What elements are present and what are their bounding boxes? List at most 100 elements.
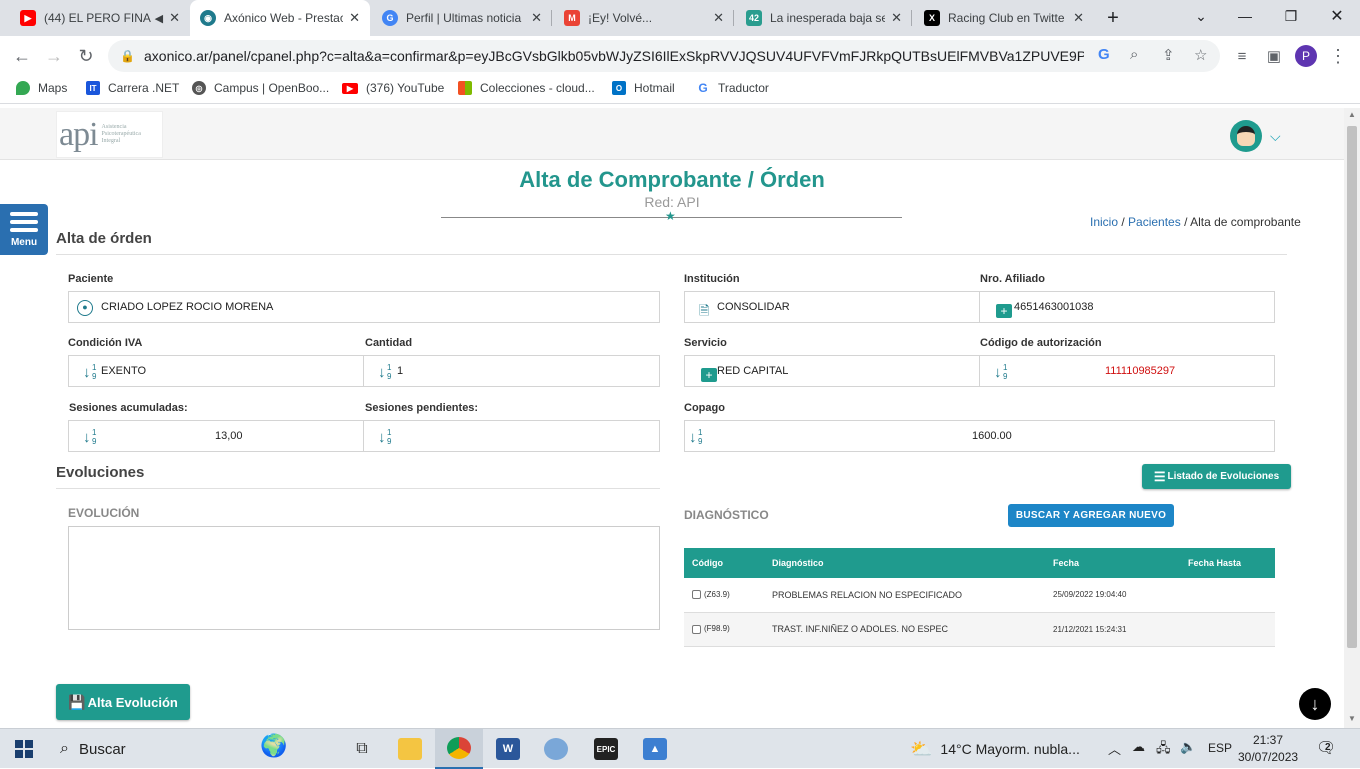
zoom-icon[interactable]: ⌕ bbox=[1130, 46, 1138, 63]
taskbar-search[interactable]: ⌕ Buscar 🌍 bbox=[50, 729, 340, 769]
page-subtitle: Red: API bbox=[644, 194, 700, 210]
paciente-label: Paciente bbox=[68, 273, 114, 285]
volume-icon[interactable]: 🔈 bbox=[1180, 739, 1196, 755]
sort-numeric-icon: ↓ 1 9 bbox=[994, 363, 1008, 381]
photos-button[interactable]: ▲ bbox=[631, 729, 679, 769]
alta-evolucion-button[interactable]: 💾 Alta Evolución bbox=[56, 684, 190, 720]
tab-gmail[interactable]: M ¡Ey! Volvé... ✕ bbox=[554, 0, 734, 36]
x-icon: X bbox=[924, 10, 940, 26]
tab-axonico[interactable]: ◉ Axónico Web - Prestac ✕ bbox=[190, 0, 370, 36]
network-icon[interactable]: 🖧 bbox=[1156, 739, 1171, 761]
cantidad-field[interactable]: ↓ 1 9 1 bbox=[363, 355, 660, 387]
bookmark-campus[interactable]: ◎ Campus | OpenBoo... bbox=[192, 81, 329, 95]
reading-list-icon[interactable]: ≡ bbox=[1226, 40, 1258, 72]
epic-games-button[interactable]: EPIC bbox=[582, 729, 630, 769]
sesiones-acumuladas-field[interactable]: ↓ 1 9 13,00 bbox=[68, 420, 364, 452]
servicio-field[interactable]: + RED CAPITAL bbox=[684, 355, 980, 387]
scroll-up-arrow-icon[interactable]: ▲ bbox=[1348, 110, 1356, 119]
breadcrumb: Inicio / Pacientes / Alta de comprobante bbox=[1090, 215, 1301, 229]
bookmark-hotmail[interactable]: O Hotmail bbox=[612, 81, 675, 95]
language-indicator[interactable]: ESP bbox=[1208, 741, 1232, 755]
page-scrollbar[interactable]: ▲ ▼ bbox=[1344, 108, 1360, 728]
close-icon[interactable]: ✕ bbox=[1073, 10, 1084, 26]
back-button[interactable]: ← bbox=[6, 40, 38, 72]
chrome-button[interactable] bbox=[435, 729, 483, 769]
word-button[interactable]: W bbox=[484, 729, 532, 769]
scrollbar-thumb[interactable] bbox=[1347, 126, 1357, 648]
scroll-down-button[interactable]: ↓ bbox=[1299, 688, 1331, 720]
bookmark-colecciones[interactable]: Colecciones - cloud... bbox=[458, 81, 595, 95]
chevron-down-icon[interactable]: ⌵ bbox=[1270, 128, 1281, 145]
folder-icon bbox=[398, 738, 422, 760]
search-highlight-icon: 🌍 bbox=[260, 733, 288, 758]
paint-button[interactable] bbox=[532, 729, 580, 769]
row-checkbox[interactable] bbox=[692, 624, 701, 634]
listado-evoluciones-button[interactable]: ☰ Listado de Evoluciones bbox=[1142, 464, 1291, 489]
copago-field[interactable]: ↓ 1 9 1600.00 bbox=[684, 420, 1275, 452]
globe-icon: ◎ bbox=[192, 81, 206, 95]
scroll-down-arrow-icon[interactable]: ▼ bbox=[1348, 714, 1356, 723]
menu-button[interactable]: Menu bbox=[0, 204, 48, 255]
autorizacion-field[interactable]: ↓ 1 9 111110985297 bbox=[979, 355, 1275, 387]
document-icon: 🗎 bbox=[699, 303, 710, 318]
paciente-field[interactable]: ● CRIADO LOPEZ ROCIO MORENA bbox=[68, 291, 660, 323]
clock[interactable]: 21:37 30/07/2023 bbox=[1238, 732, 1298, 766]
star-icon[interactable]: ☆ bbox=[1194, 46, 1207, 64]
address-bar[interactable]: 🔒 axonico.ar/panel/cpanel.php?c=alta&a=c… bbox=[108, 40, 1220, 72]
minimize-button[interactable]: — bbox=[1222, 0, 1268, 32]
medical-kit-icon: + bbox=[996, 304, 1012, 318]
google-lens-icon[interactable]: G bbox=[1098, 46, 1110, 63]
tab-search-chevron-icon[interactable]: ⌄ bbox=[1178, 0, 1224, 32]
row-checkbox[interactable] bbox=[692, 590, 701, 600]
close-icon[interactable]: ✕ bbox=[169, 10, 180, 26]
show-hidden-icons-chevron-icon[interactable]: ︿ bbox=[1108, 739, 1121, 758]
evolucion-textarea[interactable] bbox=[68, 526, 660, 630]
profile-button[interactable]: P bbox=[1290, 40, 1322, 72]
sesiones-pendientes-field[interactable]: ↓ 1 9 bbox=[363, 420, 660, 452]
evolucion-label: EVOLUCIÓN bbox=[68, 506, 140, 520]
speaker-icon[interactable]: ◀ bbox=[155, 12, 163, 25]
tab-perfil[interactable]: G Perfil | Ultimas noticia ✕ bbox=[372, 0, 552, 36]
close-icon[interactable]: ✕ bbox=[891, 10, 902, 26]
share-icon[interactable]: ⇪ bbox=[1162, 46, 1175, 64]
side-panel-icon[interactable]: ▣ bbox=[1258, 40, 1290, 72]
tab-youtube[interactable]: ▶ (44) EL PERO FINA ◀ ✕ bbox=[10, 0, 190, 36]
notifications-icon[interactable]: 🗨 2 bbox=[1316, 738, 1336, 758]
start-button[interactable] bbox=[0, 729, 48, 769]
bookmark-traductor[interactable]: G Traductor bbox=[696, 81, 769, 95]
col-fecha-hasta: Fecha Hasta bbox=[1180, 548, 1275, 578]
close-icon[interactable]: ✕ bbox=[349, 10, 360, 26]
new-tab-button[interactable]: + bbox=[1090, 2, 1136, 34]
file-explorer-button[interactable] bbox=[386, 729, 434, 769]
tab-noticia[interactable]: 42 La inesperada baja se ✕ bbox=[736, 0, 912, 36]
close-window-button[interactable]: ✕ bbox=[1314, 0, 1360, 32]
lock-icon[interactable]: 🔒 bbox=[120, 49, 135, 63]
medical-kit-icon: + bbox=[701, 368, 717, 382]
iva-field[interactable]: ↓ 1 9 EXENTO bbox=[68, 355, 364, 387]
task-view-icon: ⧉ bbox=[356, 740, 368, 757]
close-icon[interactable]: ✕ bbox=[713, 10, 724, 26]
section-evoluciones: Evoluciones bbox=[56, 464, 145, 481]
maximize-button[interactable]: ❐ bbox=[1268, 0, 1314, 32]
more-menu-icon[interactable]: ⋮ bbox=[1322, 40, 1354, 72]
reload-button[interactable]: ↻ bbox=[70, 40, 102, 72]
user-avatar[interactable] bbox=[1230, 120, 1262, 152]
outlook-icon: O bbox=[612, 81, 626, 95]
task-view-button[interactable]: ⧉ bbox=[338, 729, 386, 769]
institucion-field[interactable]: 🗎 CONSOLIDAR bbox=[684, 291, 980, 323]
forward-button[interactable]: → bbox=[38, 40, 70, 72]
api-logo[interactable]: api Asistencia Psicoterapéutica Integral bbox=[56, 111, 163, 158]
afiliado-field[interactable]: + 4651463001038 bbox=[979, 291, 1275, 323]
bookmark-maps[interactable]: Maps bbox=[16, 81, 67, 95]
onedrive-icon[interactable]: ☁ bbox=[1132, 739, 1145, 755]
breadcrumb-inicio[interactable]: Inicio bbox=[1090, 215, 1118, 229]
gmail-icon: M bbox=[564, 10, 580, 26]
buscar-agregar-button[interactable]: BUSCAR Y AGREGAR NUEVO bbox=[1008, 504, 1174, 527]
bookmark-carrera-net[interactable]: IT Carrera .NET bbox=[86, 81, 179, 95]
bookmark-youtube[interactable]: ▶ (376) YouTube bbox=[342, 81, 444, 95]
tab-twitter[interactable]: X Racing Club en Twitte ✕ bbox=[914, 0, 1094, 36]
close-icon[interactable]: ✕ bbox=[531, 10, 542, 26]
breadcrumb-pacientes[interactable]: Pacientes bbox=[1128, 215, 1181, 229]
bookmark-it-icon: IT bbox=[86, 81, 100, 95]
weather-widget[interactable]: ⛅ 14°C Mayorm. nubla... bbox=[910, 729, 1080, 769]
